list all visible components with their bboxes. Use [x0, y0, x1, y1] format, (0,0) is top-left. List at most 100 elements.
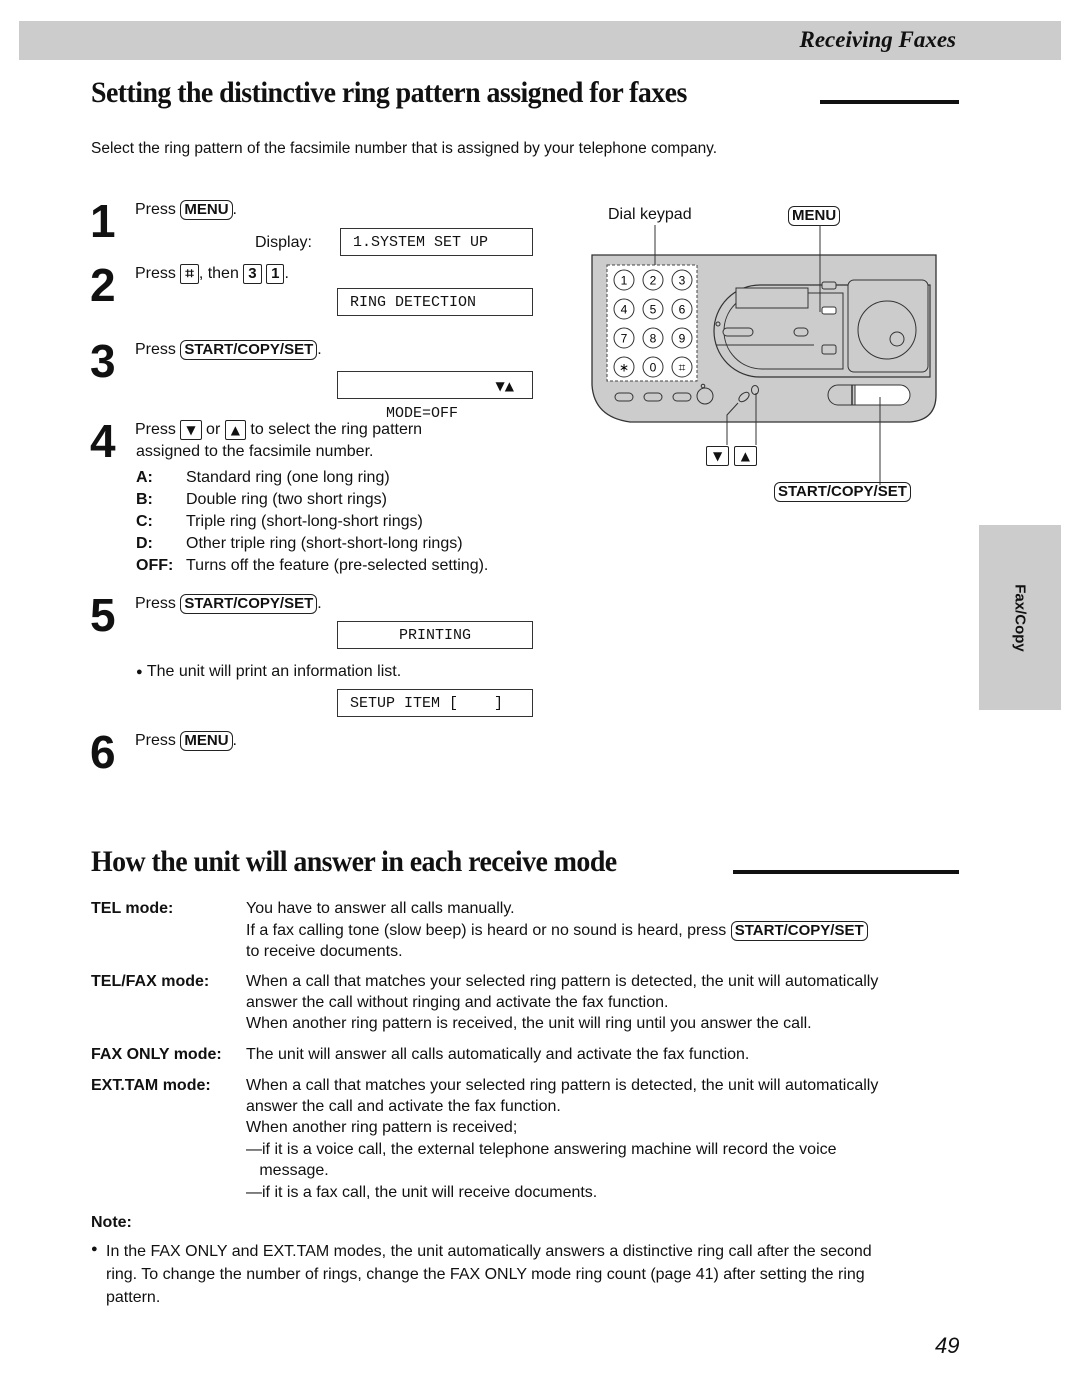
- side-tab: Fax/Copy: [979, 525, 1061, 710]
- keypad-key-label: 3: [679, 274, 686, 288]
- keypad-key-label: 6: [679, 303, 686, 317]
- step-text: .: [232, 201, 237, 218]
- step-text: .: [317, 595, 322, 612]
- step-number: 4: [90, 415, 116, 467]
- keypad-key-label: ⌗: [679, 361, 686, 375]
- lcd-display: SETUP ITEM [ ]: [337, 689, 533, 717]
- keypad-key-label: 9: [679, 332, 686, 346]
- mode-text: answer the call without ringing and acti…: [246, 994, 669, 1011]
- down-arrow-key: ▼: [706, 446, 730, 466]
- option-text: Other triple ring (short-short-long ring…: [186, 535, 463, 552]
- mode-label: TEL mode:: [91, 900, 174, 917]
- bullet-text: The unit will print an information list.: [146, 663, 402, 680]
- step-2-instruction: Press ⌗, then 3 1.: [135, 264, 289, 284]
- section1-title-rule: [820, 100, 959, 104]
- ring-option: B: Double ring (two short rings): [136, 491, 488, 513]
- keypad-key-label: 0: [650, 361, 657, 375]
- keypad-key-label: 8: [650, 332, 657, 346]
- lcd-display: RING DETECTION: [337, 288, 533, 316]
- lcd-display: MODE=OFF ▼▲: [337, 371, 533, 422]
- step-5-instruction: Press START/COPY/SET.: [135, 594, 322, 614]
- step-4-line2: assigned to the facsimile number.: [136, 443, 374, 460]
- step-number: 2: [90, 259, 116, 311]
- arrow-keys-callout: ▼ ▲: [706, 446, 757, 466]
- step-text: Press: [135, 341, 176, 358]
- note-text: ring. To change the number of rings, cha…: [106, 1266, 865, 1283]
- up-arrow-key: ▲: [733, 446, 757, 466]
- mode-label: TEL/FAX mode:: [91, 973, 210, 990]
- digit-key-1: 1: [266, 264, 285, 284]
- mode-label: FAX ONLY mode:: [91, 1046, 222, 1063]
- step-text: Press: [135, 265, 176, 282]
- option-label: B:: [136, 491, 153, 508]
- option-text: Triple ring (short-long-short rings): [186, 513, 423, 530]
- option-text: Standard ring (one long ring): [186, 469, 390, 486]
- function-button: [672, 392, 692, 402]
- mode-label: EXT.TAM mode:: [91, 1077, 211, 1094]
- start-copy-set-key: START/COPY/SET: [730, 921, 868, 941]
- digit-key-3: 3: [243, 264, 262, 284]
- mode-text: When a call that matches your selected r…: [246, 973, 879, 990]
- start-copy-set-key: START/COPY/SET: [180, 594, 318, 614]
- bullet-icon: ●: [136, 666, 143, 678]
- step-number: 3: [90, 335, 116, 387]
- mode-text-span: If a fax calling tone (slow beep) is hea…: [246, 922, 727, 939]
- ring-option: C: Triple ring (short-long-short rings): [136, 513, 488, 535]
- display-label: Display:: [255, 234, 312, 251]
- option-text: Double ring (two short rings): [186, 491, 387, 508]
- keypad-key-label: 5: [650, 303, 657, 317]
- mode-text: When a call that matches your selected r…: [246, 1077, 879, 1094]
- panel-button: [821, 344, 837, 355]
- panel-button: [821, 281, 837, 290]
- mode-text: If a fax calling tone (slow beep) is hea…: [246, 921, 868, 941]
- mode-text: to receive documents.: [246, 943, 403, 960]
- mode-text: The unit will answer all calls automatic…: [246, 1046, 750, 1063]
- step-text: .: [232, 732, 237, 749]
- speaker-dial: [857, 300, 917, 360]
- function-button: [614, 392, 634, 402]
- option-label: A:: [136, 469, 153, 486]
- lcd-display: 1.SYSTEM SET UP: [340, 228, 533, 256]
- panel-button: [793, 327, 809, 337]
- down-arrow-key: ▼: [180, 420, 202, 440]
- mode-text: You have to answer all calls manually.: [246, 900, 515, 917]
- start-copy-set-key: START/COPY/SET: [180, 340, 318, 360]
- step-text: Press: [135, 595, 176, 612]
- menu-button: [821, 306, 837, 315]
- keypad-key-label: 7: [621, 332, 628, 346]
- start-copy-set-key: START/COPY/SET: [774, 482, 911, 502]
- menu-key: MENU: [180, 200, 233, 220]
- lcd-window: [735, 287, 809, 309]
- step-text: to select the ring pattern: [250, 421, 423, 438]
- step-text: .: [284, 265, 289, 282]
- ring-options-list: A: Standard ring (one long ring) B: Double…: [136, 469, 488, 579]
- mode-text: When another ring pattern is received;: [246, 1119, 518, 1136]
- dial-keypad-label: Dial keypad: [608, 206, 692, 223]
- round-button: [696, 387, 714, 405]
- step-text: Press: [135, 732, 176, 749]
- step-number: 1: [90, 195, 116, 247]
- step-text: Press: [135, 421, 176, 438]
- section2-title-rule: [733, 870, 959, 874]
- function-button: [643, 392, 663, 402]
- step-1-instruction: Press MENU.: [135, 200, 237, 220]
- page-number: 49: [935, 1333, 960, 1358]
- fax-machine-diagram: 1 2 3 4 5 6 7 8 9 ∗ 0 ⌗: [591, 225, 937, 485]
- keypad-key-label: 1: [621, 274, 628, 288]
- menu-callout: MENU: [788, 206, 841, 226]
- step-3-instruction: Press START/COPY/SET.: [135, 340, 322, 360]
- ring-option: D: Other triple ring (short-short-long ri…: [136, 535, 488, 557]
- keypad-key-label: 4: [621, 303, 628, 317]
- step-6-instruction: Press MENU.: [135, 731, 237, 751]
- start-callout: START/COPY/SET: [774, 482, 911, 502]
- keypad-key-label: ∗: [619, 361, 629, 375]
- menu-key: MENU: [788, 206, 841, 226]
- option-label: OFF:: [136, 557, 174, 574]
- section1-title: Setting the distinctive ring pattern ass…: [91, 76, 687, 109]
- start-copy-set-button: [854, 384, 911, 406]
- side-tab-label: Fax/Copy: [1011, 583, 1029, 652]
- note-label: Note:: [91, 1214, 132, 1231]
- option-label: D:: [136, 535, 153, 552]
- arrows-icon: ▼▲: [495, 379, 514, 393]
- mode-text: —if it is a voice call, the external tel…: [246, 1141, 837, 1158]
